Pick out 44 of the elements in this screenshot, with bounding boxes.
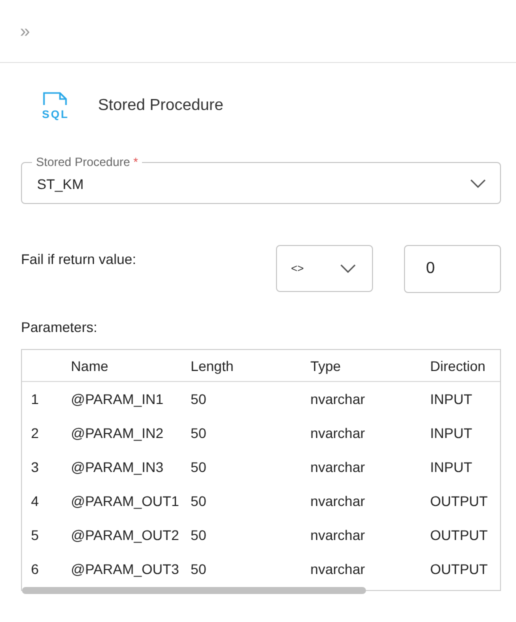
- table-cell-text: nvarchar: [310, 493, 366, 509]
- column-header[interactable]: Direction: [430, 358, 500, 374]
- table-cell-text: 50: [190, 425, 208, 441]
- row-number: 4: [30, 493, 40, 509]
- table-cell-text: @PARAM_OUT3: [70, 561, 180, 577]
- table-cell-text: INPUT: [430, 425, 474, 441]
- column-header[interactable]: Type: [310, 358, 430, 374]
- table-cell-text: OUTPUT: [430, 561, 489, 577]
- table-cell-text: @PARAM_IN2: [70, 425, 164, 441]
- table-cell-text: 50: [190, 527, 208, 543]
- return-value-label: Fail if return value:: [21, 251, 138, 267]
- chevron-down-icon: [470, 179, 486, 189]
- column-header[interactable]: Name: [70, 358, 191, 374]
- table-cell-text: nvarchar: [310, 425, 366, 441]
- table-cell-text: nvarchar: [310, 527, 366, 543]
- parameters-label: Parameters:: [21, 319, 98, 337]
- table-cell-text: INPUT: [430, 459, 474, 475]
- return-value-input[interactable]: 0: [404, 245, 501, 293]
- table-cell-text: nvarchar: [310, 561, 366, 577]
- table-cell-text: 50: [190, 561, 208, 577]
- table-cell-text: @PARAM_IN1: [70, 391, 164, 407]
- chevron-down-icon: [340, 264, 356, 274]
- scrollbar-thumb[interactable]: [22, 587, 366, 594]
- row-number: 3: [30, 459, 40, 475]
- table-cell-text: nvarchar: [310, 391, 366, 407]
- operator-select[interactable]: <>: [276, 245, 373, 292]
- procedure-select[interactable]: Stored Procedure * ST_KM: [21, 155, 501, 204]
- section-title: Stored Procedure: [98, 97, 224, 115]
- table-cell-text: INPUT: [430, 391, 474, 407]
- table-cell-text: OUTPUT: [430, 527, 489, 543]
- field-label: Stored Procedure *: [35, 155, 140, 169]
- row-number: 6: [30, 561, 40, 577]
- table-cell-text: 50: [190, 391, 208, 407]
- table-cell-text: @PARAM_OUT1: [70, 493, 180, 509]
- table-cell-text: 50: [190, 459, 208, 475]
- table-cell-text: OUTPUT: [430, 493, 489, 509]
- table-cell-text: 50: [190, 493, 208, 509]
- row-number: 2: [30, 425, 40, 441]
- column-header[interactable]: Length: [190, 358, 310, 374]
- row-number: 5: [30, 527, 40, 543]
- row-number: 1: [30, 391, 40, 407]
- table-cell-text: @PARAM_OUT2: [70, 527, 180, 543]
- table-cell-text: @PARAM_IN3: [70, 459, 164, 475]
- table-cell-text: nvarchar: [310, 459, 366, 475]
